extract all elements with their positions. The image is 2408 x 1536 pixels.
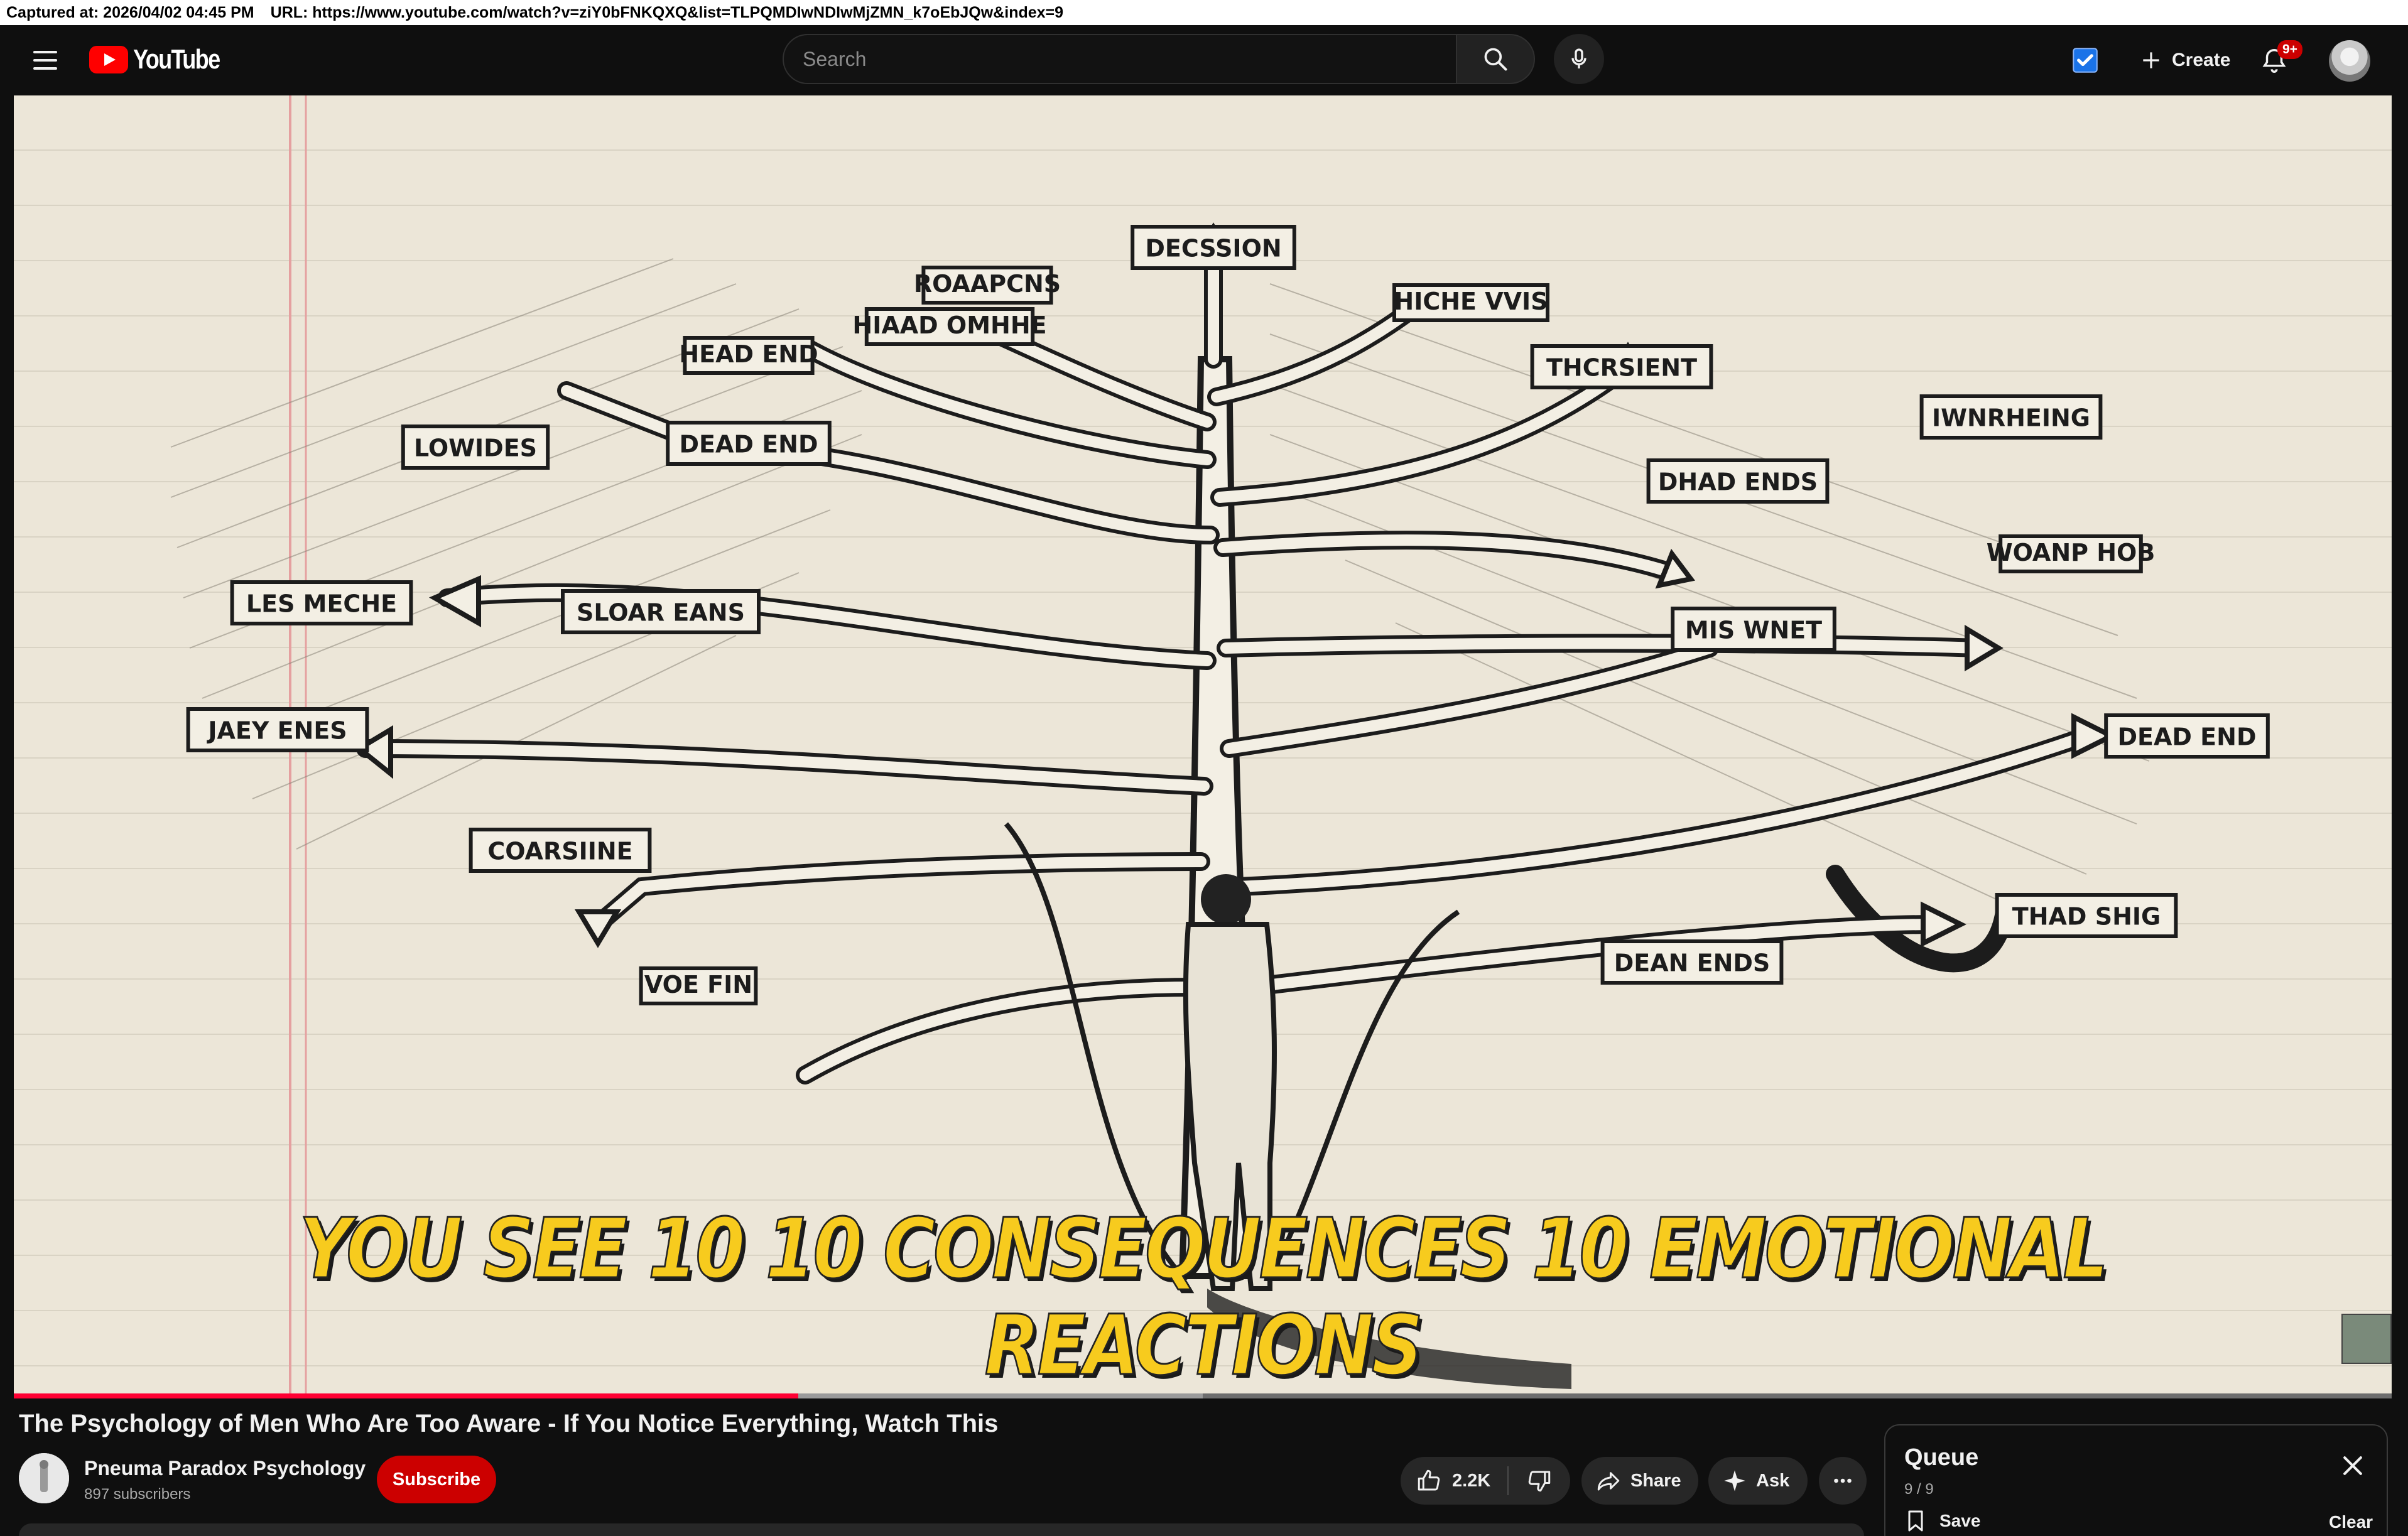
decision-tree-node: COARSIINE xyxy=(469,828,652,873)
ask-label: Ask xyxy=(1756,1470,1790,1491)
youtube-play-icon xyxy=(89,46,128,73)
queue-clear-button[interactable]: Clear xyxy=(2329,1512,2373,1532)
decision-tree-node: VOE FIN xyxy=(639,966,758,1005)
decision-tree-node: DEAD END xyxy=(2104,713,2270,759)
decision-tree-node-label: MIS WNET xyxy=(1685,616,1822,644)
more-horizontal-icon xyxy=(1834,1478,1852,1483)
decision-tree-node-label: HEAD END xyxy=(679,340,818,368)
menu-icon[interactable] xyxy=(26,43,64,78)
decision-tree-node-label: THAD SHIG xyxy=(2012,902,2161,930)
decision-tree-node: SLOAR EANS xyxy=(561,589,761,634)
decision-tree-node: IWNRHEING xyxy=(1919,394,2103,440)
share-icon xyxy=(1597,1472,1620,1491)
like-dislike-group: 2.2K xyxy=(1401,1457,1570,1505)
subscriber-count: 897 subscribers xyxy=(84,1486,191,1503)
sparkle-icon xyxy=(1724,1470,1745,1491)
create-label: Create xyxy=(2172,50,2231,70)
decision-tree-node-label: DHAD ENDS xyxy=(1658,468,1818,495)
decision-tree-node: LES MECHE xyxy=(230,580,413,625)
queue-title: Queue xyxy=(1904,1444,1979,1471)
more-actions-button[interactable] xyxy=(1819,1457,1867,1505)
decision-tree-node-label: THCRSIENT xyxy=(1546,354,1697,381)
video-frame-illustration: DECSSION ROAAPCNS HIAAD OMHHE HICHE VVIS HEA… xyxy=(170,95,2270,1395)
notification-badge: 9+ xyxy=(2277,40,2302,59)
decision-tree-node-label: HICHE VVIS xyxy=(1394,288,1548,315)
share-label: Share xyxy=(1630,1470,1681,1491)
subscribe-button[interactable]: Subscribe xyxy=(377,1456,496,1503)
account-avatar[interactable] xyxy=(2329,40,2370,82)
decision-tree-node-label: WOANP HOB xyxy=(1987,539,2156,566)
decision-tree-node-label: DEAD END xyxy=(2118,723,2257,750)
decision-tree-node-label: DEAD END xyxy=(680,430,818,458)
masthead: YouTube Create 9+ xyxy=(0,25,2408,95)
notifications-button[interactable]: 9+ xyxy=(2253,40,2302,82)
queue-save-button[interactable]: Save xyxy=(1903,1508,1980,1533)
decision-tree-node-label: HIAAD OMHHE xyxy=(852,311,1046,339)
decision-tree-node: HEAD END xyxy=(679,336,818,375)
search-button[interactable] xyxy=(1456,34,1535,84)
decision-tree-node: DEAN ENDS xyxy=(1600,939,1784,985)
channel-name[interactable]: Pneuma Paradox Psychology xyxy=(84,1457,366,1480)
search-input[interactable] xyxy=(803,47,1456,71)
decision-tree-node: WOANP HOB xyxy=(1987,534,2156,573)
voice-search-button[interactable] xyxy=(1554,34,1604,84)
decision-tree-node: DHAD ENDS xyxy=(1646,458,1830,504)
create-button[interactable]: Create xyxy=(2123,36,2247,84)
decision-tree-node-label: COARSIINE xyxy=(487,837,632,865)
progress-played xyxy=(14,1393,799,1398)
thumbs-down-icon xyxy=(1528,1471,1551,1492)
plus-icon xyxy=(2143,52,2159,68)
decision-tree-node-label: DECSSION xyxy=(1145,234,1281,262)
mic-icon xyxy=(1571,48,1586,68)
youtube-logo[interactable]: YouTube xyxy=(89,44,239,75)
decision-tree-node-label: ROAAPCNS xyxy=(914,270,1061,298)
decision-tree-node-label: LES MECHE xyxy=(246,590,397,617)
queue-position: 9 / 9 xyxy=(1904,1481,1934,1498)
thumbs-up-icon xyxy=(1418,1469,1440,1491)
decision-tree-node-label: VOE FIN xyxy=(644,971,752,998)
queue-save-label: Save xyxy=(1939,1511,1981,1530)
video-player[interactable]: DECSSION ROAAPCNS HIAAD OMHHE HICHE VVIS HEA… xyxy=(14,95,2392,1395)
studio-check-icon[interactable] xyxy=(2068,43,2103,78)
channel-watermark[interactable] xyxy=(2341,1314,2392,1364)
capture-info-bar: Captured at: 2026/04/02 04:45 PM URL: ht… xyxy=(0,0,2408,25)
captured-at-text: Captured at: 2026/04/02 04:45 PM xyxy=(6,3,254,21)
like-button[interactable]: 2.2K xyxy=(1401,1457,1507,1505)
decision-tree-node: LOWIDES xyxy=(401,425,550,470)
video-title: The Psychology of Men Who Are Too Aware … xyxy=(19,1410,999,1437)
description-box[interactable] xyxy=(19,1523,1864,1536)
decision-tree-node: THAD SHIG xyxy=(1995,893,2178,938)
queue-panel: Queue 9 / 9 Save Clear xyxy=(1884,1424,2388,1536)
decision-tree-node-label: LOWIDES xyxy=(414,434,537,462)
decision-tree-node: HIAAD OMHHE xyxy=(852,307,1047,346)
decision-tree-node: THCRSIENT xyxy=(1530,344,1713,389)
like-count: 2.2K xyxy=(1452,1470,1491,1491)
close-icon[interactable] xyxy=(2339,1452,2367,1479)
logo-text: YouTube xyxy=(133,44,220,75)
capture-url-text: URL: https://www.youtube.com/watch?v=ziY… xyxy=(270,3,1064,21)
decision-tree-node: JAEY ENES xyxy=(186,707,369,752)
search-box xyxy=(783,34,1457,84)
decision-tree-node-label: DEAN ENDS xyxy=(1614,949,1771,976)
decision-tree-node: HICHE VVIS xyxy=(1392,283,1549,322)
decision-tree-node-label: SLOAR EANS xyxy=(577,598,745,626)
bookmark-icon xyxy=(1908,1510,1923,1532)
search-icon xyxy=(1484,48,1507,71)
decision-tree-node: DEAD END xyxy=(666,421,832,466)
decision-tree-node: ROAAPCNS xyxy=(914,266,1061,305)
channel-avatar[interactable] xyxy=(19,1453,69,1503)
decision-tree-node-label: JAEY ENES xyxy=(206,717,347,744)
dislike-button[interactable] xyxy=(1509,1457,1570,1505)
decision-tree-node: DECSSION xyxy=(1131,225,1296,270)
video-progress-bar[interactable] xyxy=(14,1393,2392,1398)
decision-tree-node-label: IWNRHEING xyxy=(1932,404,2090,431)
ask-button[interactable]: Ask xyxy=(1708,1457,1808,1505)
share-button[interactable]: Share xyxy=(1581,1457,1698,1505)
decision-tree-node: MIS WNET xyxy=(1671,607,1836,652)
